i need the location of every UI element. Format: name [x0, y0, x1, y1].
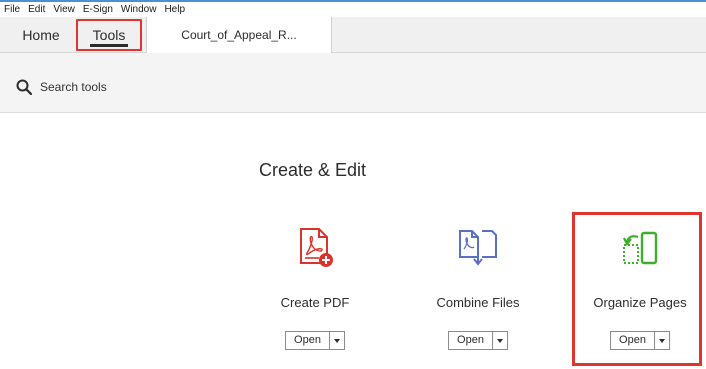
dropdown-button[interactable]	[330, 332, 344, 349]
menu-bar: File Edit View E-Sign Window Help	[0, 2, 706, 17]
tab-home-label: Home	[22, 27, 60, 43]
tool-label: Combine Files	[436, 295, 520, 310]
menu-file[interactable]: File	[0, 2, 24, 17]
active-tab-indicator	[90, 44, 128, 47]
section-title: Create & Edit	[259, 160, 367, 180]
tab-document[interactable]: Court_of_Appeal_R...	[146, 17, 332, 53]
open-button[interactable]: Open	[286, 332, 330, 349]
tab-tools-label: Tools	[92, 27, 126, 43]
chevron-down-icon	[333, 338, 340, 343]
menu-help[interactable]: Help	[160, 2, 189, 17]
tool-combine-files[interactable]: Combine Files Open	[418, 215, 538, 365]
annotation-highlight-box	[572, 212, 702, 366]
menu-esign[interactable]: E-Sign	[79, 2, 117, 17]
tool-create-pdf[interactable]: Create PDF Open	[255, 215, 375, 365]
menu-window[interactable]: Window	[117, 2, 161, 17]
open-split-button: Open	[448, 331, 508, 350]
menu-edit[interactable]: Edit	[24, 2, 49, 17]
search-bar	[0, 53, 706, 113]
combine-files-icon	[459, 230, 497, 266]
dropdown-button[interactable]	[493, 332, 507, 349]
tool-label: Create PDF	[280, 295, 350, 310]
tab-strip: Home Tools Court_of_Appeal_R...	[0, 17, 706, 53]
open-button[interactable]: Open	[449, 332, 493, 349]
menu-view[interactable]: View	[49, 2, 79, 17]
open-split-button: Open	[285, 331, 345, 350]
tab-document-label: Court_of_Appeal_R...	[181, 28, 297, 42]
chevron-down-icon	[496, 338, 503, 343]
create-pdf-icon	[300, 228, 333, 267]
tab-home[interactable]: Home	[10, 17, 72, 53]
search-icon[interactable]	[16, 79, 32, 95]
search-input[interactable]	[40, 78, 340, 96]
tab-tools[interactable]: Tools	[76, 19, 142, 51]
